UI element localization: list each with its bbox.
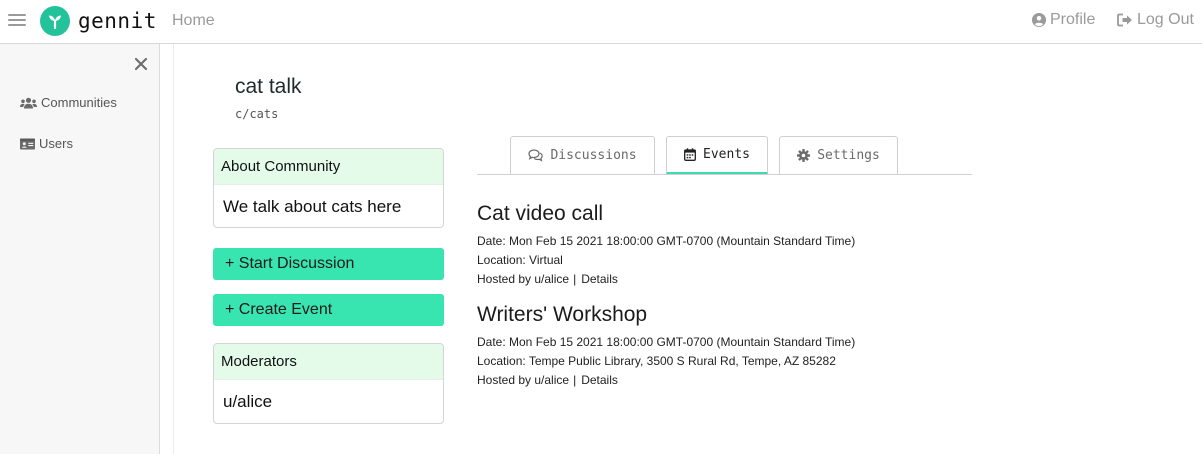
hamburger-menu-icon[interactable] — [8, 11, 26, 29]
logout-label: Log Out — [1137, 11, 1194, 28]
sidebar: Communities Users — [0, 44, 160, 454]
logout-link[interactable]: Log Out — [1117, 11, 1194, 29]
sidebar-item-label: Users — [39, 136, 73, 151]
moderators-card: Moderators u/alice — [213, 343, 444, 424]
sign-out-icon — [1117, 13, 1132, 27]
separator: | — [573, 272, 577, 286]
event-title[interactable]: Writers' Workshop — [477, 303, 1077, 327]
comments-icon — [528, 149, 544, 162]
event-item: Writers' Workshop Date: Mon Feb 15 2021 … — [477, 303, 1077, 390]
top-bar: gennit Home Profile Log Out — [0, 0, 1202, 44]
tab-label: Settings — [817, 148, 880, 163]
event-host: Hosted by u/alice — [477, 373, 570, 387]
event-title[interactable]: Cat video call — [477, 202, 1077, 226]
profile-link[interactable]: Profile — [1032, 11, 1095, 29]
event-details-link[interactable]: Details — [581, 272, 618, 286]
gear-icon — [797, 149, 811, 162]
start-discussion-button[interactable]: + Start Discussion — [213, 248, 444, 280]
about-community-card: About Community We talk about cats here — [213, 148, 444, 228]
sidebar-item-label: Communities — [41, 95, 117, 110]
sidebar-item-communities[interactable]: Communities — [20, 95, 117, 110]
event-location: Location: Tempe Public Library, 3500 S R… — [477, 354, 836, 368]
moderators-heading: Moderators — [214, 344, 443, 380]
create-event-button[interactable]: + Create Event — [213, 294, 444, 326]
sidebar-gutter — [160, 44, 174, 454]
event-details-link[interactable]: Details — [581, 373, 618, 387]
separator: | — [573, 373, 577, 387]
profile-label: Profile — [1050, 11, 1096, 28]
event-host: Hosted by u/alice — [477, 272, 570, 286]
moderator-link[interactable]: u/alice — [214, 380, 443, 423]
about-community-heading: About Community — [214, 149, 443, 185]
tabs-divider — [477, 174, 972, 175]
brand-name[interactable]: gennit — [78, 9, 157, 33]
calendar-icon — [684, 148, 696, 161]
event-item: Cat video call Date: Mon Feb 15 2021 18:… — [477, 202, 1077, 289]
gennit-logo[interactable] — [40, 6, 70, 36]
tab-settings[interactable]: Settings — [779, 136, 898, 174]
event-date: Date: Mon Feb 15 2021 18:00:00 GMT-0700 … — [477, 234, 856, 248]
tab-discussions[interactable]: Discussions — [510, 136, 655, 174]
id-card-icon — [20, 138, 35, 149]
tab-label: Events — [703, 147, 750, 162]
nav-home-link[interactable]: Home — [172, 12, 215, 30]
event-host-row: Hosted by u/alice | Details — [477, 270, 1077, 289]
community-slug: c/cats — [235, 107, 279, 121]
tab-events[interactable]: Events — [666, 136, 768, 175]
tab-label: Discussions — [550, 148, 637, 163]
user-circle-icon — [1032, 13, 1046, 27]
community-title: cat talk — [235, 75, 302, 98]
close-icon[interactable] — [133, 56, 149, 72]
users-icon — [20, 97, 37, 108]
event-host-row: Hosted by u/alice | Details — [477, 371, 1077, 390]
about-community-text: We talk about cats here — [223, 197, 402, 216]
sidebar-item-users[interactable]: Users — [20, 136, 73, 151]
event-location: Location: Virtual — [477, 253, 563, 267]
event-date: Date: Mon Feb 15 2021 18:00:00 GMT-0700 … — [477, 335, 856, 349]
